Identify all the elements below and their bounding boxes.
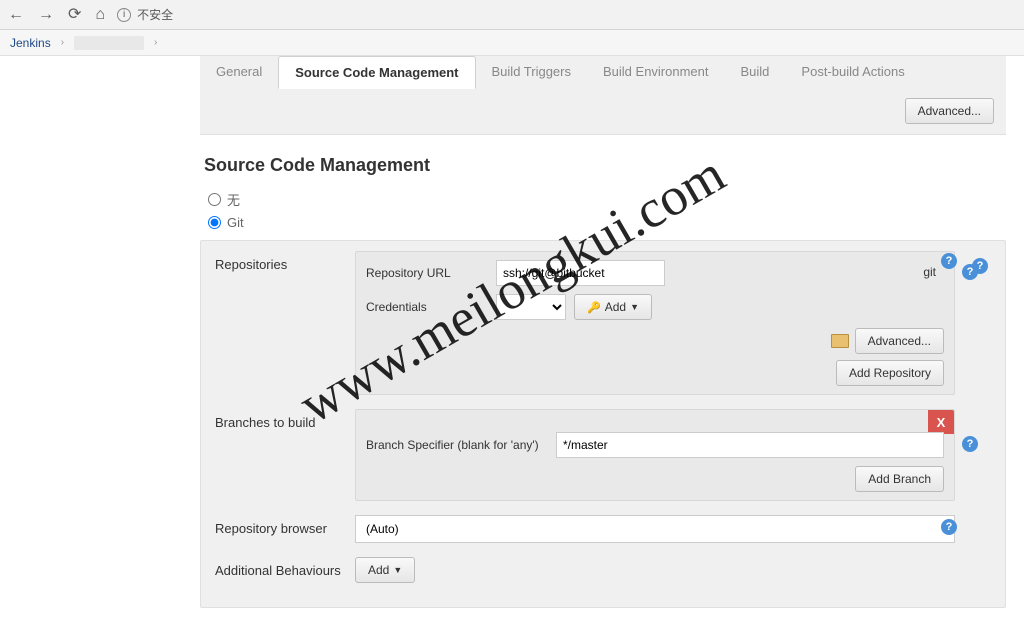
top-advanced-row: Advanced... <box>200 88 1006 135</box>
chevron-right-icon: › <box>61 37 64 48</box>
security-label: 不安全 <box>137 6 173 23</box>
caret-down-icon: ▼ <box>393 565 402 575</box>
tab-build-environment[interactable]: Build Environment <box>587 56 725 88</box>
browser-toolbar: ← → ⟳ ⌂ i 不安全 <box>0 0 1024 30</box>
forward-icon[interactable]: → <box>38 7 54 23</box>
repo-browser-select[interactable]: (Auto) <box>355 515 955 543</box>
add-behaviour-button[interactable]: Add ▼ <box>355 557 415 583</box>
breadcrumb: Jenkins › › <box>0 30 1024 56</box>
additional-label: Additional Behaviours <box>215 557 355 578</box>
scm-none-option[interactable]: 无 <box>208 190 1006 209</box>
section-title: Source Code Management <box>204 155 1006 176</box>
add-credentials-button[interactable]: 🔑 Add ▼ <box>574 294 652 320</box>
advanced-button-top[interactable]: Advanced... <box>905 98 994 124</box>
repositories-label: Repositories <box>215 251 355 272</box>
tab-scm[interactable]: Source Code Management <box>278 56 475 89</box>
help-icon[interactable]: ? <box>941 253 957 269</box>
help-icon[interactable]: ? <box>962 436 978 452</box>
add-branch-button[interactable]: Add Branch <box>855 466 944 492</box>
repositories-block: ? Repository URL git ? Credentials <box>355 251 955 395</box>
key-icon: 🔑 <box>587 301 601 314</box>
radio-none[interactable] <box>208 193 221 206</box>
tab-build-triggers[interactable]: Build Triggers <box>476 56 587 88</box>
reload-icon[interactable]: ⟳ <box>68 7 81 23</box>
advanced-button-repo[interactable]: Advanced... <box>855 328 944 354</box>
branch-spec-input[interactable] <box>556 432 944 458</box>
tab-build[interactable]: Build <box>725 56 786 88</box>
caret-down-icon: ▼ <box>630 302 639 312</box>
scm-none-label: 无 <box>227 190 240 209</box>
config-tabs: General Source Code Management Build Tri… <box>200 56 1006 89</box>
repo-url-suffix: git <box>923 265 936 279</box>
url-bar[interactable]: i 不安全 <box>117 6 173 23</box>
help-icon[interactable]: ? <box>962 264 978 280</box>
left-sidebar <box>0 56 200 618</box>
note-icon <box>831 334 849 348</box>
credentials-label: Credentials <box>366 300 496 314</box>
tab-general[interactable]: General <box>200 56 278 88</box>
branches-label: Branches to build <box>215 409 355 430</box>
info-icon[interactable]: i <box>117 8 131 22</box>
nav-icon-group: ← → ⟳ ⌂ <box>8 7 105 23</box>
home-icon[interactable]: ⌂ <box>95 7 105 23</box>
scm-git-option[interactable]: Git <box>208 215 1006 230</box>
breadcrumb-root[interactable]: Jenkins <box>10 36 51 50</box>
chevron-right-icon: › <box>154 37 157 48</box>
repo-url-input[interactable] <box>496 260 665 286</box>
branch-spec-label: Branch Specifier (blank for 'any') <box>366 438 556 452</box>
add-label: Add <box>605 300 626 314</box>
branches-block: X Branch Specifier (blank for 'any') ? A… <box>355 409 955 501</box>
breadcrumb-item-redacted[interactable] <box>74 36 144 50</box>
add-repository-button[interactable]: Add Repository <box>836 360 944 386</box>
back-icon[interactable]: ← <box>8 7 24 23</box>
repo-url-label: Repository URL <box>366 266 496 280</box>
help-icon[interactable]: ? <box>941 519 957 535</box>
delete-branch-button[interactable]: X <box>928 410 954 434</box>
credentials-select[interactable] <box>496 294 566 320</box>
add-label: Add <box>368 563 389 577</box>
repo-browser-label: Repository browser <box>215 515 355 536</box>
scm-git-label: Git <box>227 215 244 230</box>
radio-git[interactable] <box>208 216 221 229</box>
tab-post-build[interactable]: Post-build Actions <box>785 56 920 88</box>
